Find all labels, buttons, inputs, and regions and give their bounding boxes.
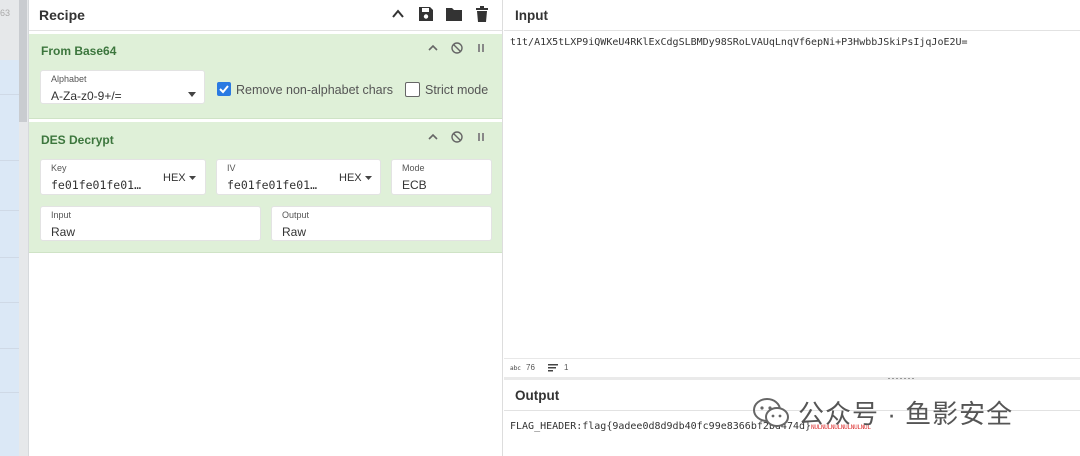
remove-non-alphabet-checkbox[interactable] [217, 82, 231, 96]
wechat-icon [753, 397, 789, 427]
sidebar-divider [0, 94, 19, 95]
folder-icon[interactable] [444, 4, 464, 24]
iv-value: fe01fe01fe01… [227, 178, 318, 192]
sidebar-number: 63 [0, 8, 11, 18]
caret-down-icon [188, 84, 196, 102]
key-format-select[interactable]: HEX [163, 172, 196, 184]
strict-mode-checkbox[interactable] [405, 82, 420, 97]
alphabet-value: A-Za-z0-9+/= [51, 89, 122, 103]
watermark: 公众号 · 鱼影安全 [752, 394, 1013, 431]
operation-controls [426, 41, 488, 55]
sidebar-highlight-band [0, 60, 19, 456]
key-format-label: HEX [163, 172, 186, 184]
sidebar-divider [0, 348, 19, 349]
caret-down-icon [188, 176, 196, 181]
mode-select[interactable]: Mode ECB [391, 159, 492, 195]
input-textarea[interactable]: t1t/A1X5tLXP9iQWKeU4RKlExCdgSLBMDy98SRoL… [510, 37, 968, 48]
sidebar-scrollbar[interactable] [19, 0, 27, 122]
recipe-panel: Recipe From Base64 Alphabet A-Za-z0-9+/= [29, 0, 503, 456]
trash-icon[interactable] [472, 4, 492, 24]
input-format-select[interactable]: Input Raw [40, 206, 261, 241]
operation-title: DES Decrypt [41, 133, 114, 147]
alphabet-select[interactable]: Alphabet A-Za-z0-9+/= [40, 70, 205, 104]
left-sidebar-strip: 63 [0, 0, 29, 456]
input-header: Input [504, 0, 1080, 31]
mode-label: Mode [402, 163, 425, 173]
sidebar-divider [0, 257, 19, 258]
input-length: 76 [526, 363, 535, 372]
recipe-header-actions [388, 4, 492, 24]
output-format-select[interactable]: Output Raw [271, 206, 492, 241]
key-label: Key [51, 163, 67, 173]
input-panel: Input t1t/A1X5tLXP9iQWKeU4RKlExCdgSLBMDy… [504, 0, 1080, 377]
output-title: Output [515, 387, 560, 403]
save-icon[interactable] [416, 4, 436, 24]
input-status-bar: abc 76 1 [504, 358, 1080, 377]
recipe-title: Recipe [39, 7, 85, 23]
checkmark-icon [219, 85, 229, 94]
input-lines: 1 [564, 363, 569, 372]
key-field[interactable]: Key fe01fe01fe01… HEX [40, 159, 206, 195]
disable-icon[interactable] [450, 41, 464, 55]
iv-field[interactable]: IV fe01fe01fe01… HEX [216, 159, 381, 195]
pause-icon[interactable] [474, 41, 488, 55]
operation-from-base64: From Base64 Alphabet A-Za-z0-9+/= Remove… [29, 34, 502, 119]
operation-des-decrypt: DES Decrypt Key fe01fe01fe01… HEX IV fe0… [29, 122, 502, 253]
sidebar-divider [0, 160, 19, 161]
chevron-up-icon[interactable] [388, 4, 408, 24]
operation-controls [426, 130, 488, 144]
iv-format-select[interactable]: HEX [339, 172, 372, 184]
strict-mode-label: Strict mode [425, 83, 489, 97]
sidebar-divider [0, 392, 19, 393]
operation-title: From Base64 [41, 44, 117, 58]
lines-icon [548, 364, 558, 374]
output-format-label: Output [282, 210, 310, 220]
input-format-label: Input [51, 210, 72, 220]
output-format-value: Raw [282, 225, 307, 239]
iv-label: IV [227, 163, 236, 173]
sidebar-divider [0, 302, 19, 303]
input-format-value: Raw [51, 225, 76, 239]
svg-text:abc: abc [510, 365, 521, 371]
length-icon: abc [510, 364, 522, 373]
sidebar-divider [0, 210, 19, 211]
chevron-up-icon[interactable] [426, 130, 440, 144]
iv-format-label: HEX [339, 172, 362, 184]
caret-down-icon [364, 176, 372, 181]
remove-non-alphabet-label: Remove non-alphabet chars [236, 83, 394, 97]
chevron-up-icon[interactable] [426, 41, 440, 55]
key-value: fe01fe01fe01… [51, 178, 142, 192]
mode-value: ECB [402, 178, 427, 192]
input-title: Input [515, 7, 548, 23]
alphabet-label: Alphabet [51, 74, 87, 84]
disable-icon[interactable] [450, 130, 464, 144]
watermark-text: 公众号 · 鱼影安全 [798, 399, 1014, 429]
pause-icon[interactable] [474, 130, 488, 144]
